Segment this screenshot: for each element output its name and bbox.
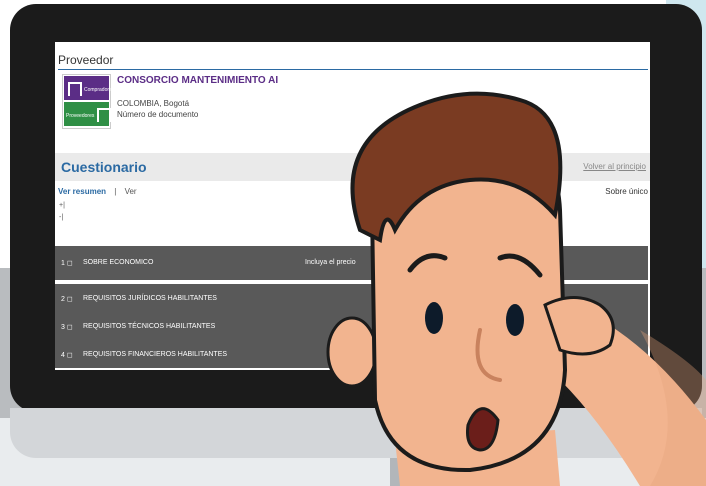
row-number: 3 ◻ <box>61 324 73 331</box>
section-row[interactable]: 3 ◻ REQUISITOS TÉCNICOS HABILITANTES <box>55 312 648 340</box>
link-separator: | <box>114 187 117 196</box>
view-link[interactable]: Ver <box>125 187 137 196</box>
row-number: 2 ◻ <box>61 296 73 303</box>
summary-link[interactable]: Ver resumen <box>58 187 106 196</box>
provider-name: CONSORCIO MANTENIMIENTO AI <box>117 75 279 86</box>
monitor-stand <box>390 458 490 486</box>
questionnaire-header: Cuestionario Volver al principio <box>55 153 650 181</box>
row-number: 1 ◻ <box>61 260 73 267</box>
logo-top-label: Compradores <box>84 87 115 93</box>
row-label: SOBRE ECONOMICO <box>83 259 154 266</box>
questionnaire-title: Cuestionario <box>61 159 147 175</box>
row-note: Incluya el precio <box>305 259 356 266</box>
monitor-screen: Proveedor Compradores Proveedores CONSOR… <box>55 42 650 370</box>
section-row[interactable]: 2 ◻ REQUISITOS JURÍDICOS HABILITANTES <box>55 284 648 312</box>
expand-all-toggle[interactable]: +| <box>59 202 65 209</box>
section-row[interactable]: 1 ◻ SOBRE ECONOMICO Incluya el precio <box>55 246 648 280</box>
logo-bottom-label: Proveedores <box>66 113 95 119</box>
row-label: REQUISITOS JURÍDICOS HABILITANTES <box>83 295 217 302</box>
logo-proveedores: Proveedores <box>64 102 111 126</box>
row-number: 4 ◻ <box>61 352 73 359</box>
collapse-all-toggle[interactable]: -| <box>59 214 63 221</box>
view-links: Ver resumen | Ver <box>58 187 137 196</box>
logo-compradores: Compradores <box>64 76 114 100</box>
envelope-label: Sobre único <box>605 187 648 196</box>
provider-location: COLOMBIA, Bogotá <box>117 99 190 108</box>
section-title: Proveedor <box>58 53 114 67</box>
house-icon <box>97 108 111 122</box>
house-icon <box>68 82 82 96</box>
section-divider <box>58 69 648 70</box>
back-to-top-link[interactable]: Volver al principio <box>583 162 646 171</box>
monitor-chin <box>10 408 702 458</box>
provider-logo: Compradores Proveedores <box>62 74 114 129</box>
row-label: REQUISITOS TÉCNICOS HABILITANTES <box>83 323 216 330</box>
row-label: REQUISITOS FINANCIEROS HABILITANTES <box>83 351 228 358</box>
section-row[interactable]: 4 ◻ REQUISITOS FINANCIEROS HABILITANTES <box>55 340 648 368</box>
provider-document: Número de documento <box>117 110 199 119</box>
